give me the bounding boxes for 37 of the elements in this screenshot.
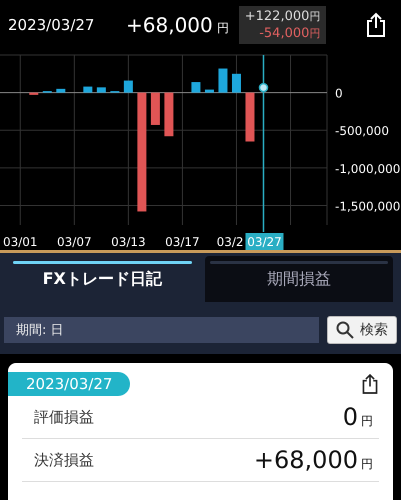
row-label: 決済損益 <box>34 450 94 470</box>
x-axis-label: 03/13 <box>111 235 146 249</box>
row-value: 0 円 <box>342 403 373 431</box>
bar <box>232 74 241 93</box>
bar <box>96 87 106 93</box>
period-field[interactable]: 期間: 日 <box>4 317 319 343</box>
bar <box>150 92 160 125</box>
search-button[interactable]: 検索 <box>327 316 397 344</box>
y-axis-label: -500,000 <box>335 124 389 138</box>
share-icon[interactable] <box>361 373 379 395</box>
search-icon <box>336 321 354 339</box>
y-axis-label: -1,500,000 <box>335 199 400 214</box>
y-axis-label: 0 <box>335 86 343 101</box>
date-badge: 2023/03/27 <box>8 372 130 396</box>
x-axis-label: 03/01 <box>2 235 38 249</box>
x-axis-label: 03/07 <box>57 235 92 249</box>
total-profit: +68,000 円 <box>126 13 229 37</box>
bar <box>218 68 228 93</box>
tab[interactable]: 期間損益 <box>204 256 393 302</box>
bar <box>83 86 92 93</box>
row-value: +68,000 円 <box>254 446 373 474</box>
x-axis-label: 03/27 <box>246 233 284 250</box>
bar <box>245 92 254 142</box>
share-icon[interactable] <box>365 12 387 38</box>
row-label: 評価損益 <box>34 408 94 426</box>
y-axis-label: -1,000,000 <box>335 162 400 176</box>
chart-date: 2023/03/27 <box>8 16 96 34</box>
bar <box>29 92 38 95</box>
tooltip-value: +122,000円 <box>244 8 320 25</box>
x-axis-label: 03/2 <box>216 235 244 249</box>
bar <box>164 92 174 136</box>
bar <box>124 80 133 93</box>
x-axis-label: 03/17 <box>165 235 200 249</box>
bar <box>56 88 66 93</box>
bar <box>204 90 214 93</box>
bar <box>191 82 200 93</box>
tooltip-value: -54,000円 <box>259 25 320 42</box>
